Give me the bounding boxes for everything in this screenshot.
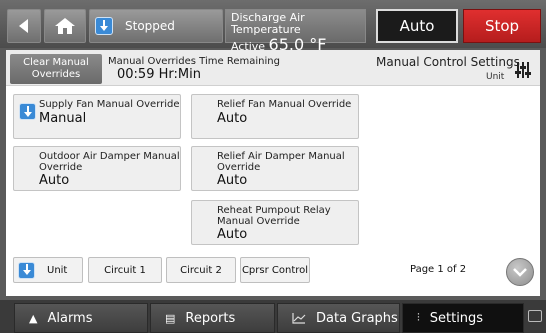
- page-indicator: Page 1 of 2: [410, 264, 467, 275]
- tab-circuit-2[interactable]: Circuit 2: [166, 257, 236, 283]
- line-graph-icon: [292, 312, 306, 324]
- back-arrow-icon: [19, 19, 28, 33]
- time-remaining-value: 00:59 Hr:Min: [117, 67, 201, 82]
- stopped-status-icon: [95, 17, 113, 35]
- home-icon: [55, 18, 75, 34]
- tab-cprsr-control[interactable]: Cprsr Control: [240, 257, 310, 283]
- nav-alarms[interactable]: ▲ Alarms: [14, 303, 148, 333]
- nav-reports-label: Reports: [185, 310, 236, 326]
- clear-line1: Clear Manual: [23, 57, 89, 68]
- bottom-navigation: ▲ Alarms ▤ Reports Data Graphs ⫶ Setting…: [0, 300, 546, 333]
- time-remaining-label: Manual Overrides Time Remaining: [108, 56, 280, 67]
- relief-damper-label2: Override: [217, 162, 261, 173]
- discharge-title: Discharge Air Temperature: [231, 11, 305, 36]
- nav-reports[interactable]: ▤ Reports: [150, 303, 275, 333]
- nav-settings[interactable]: ⫶ Settings: [402, 303, 524, 333]
- reheat-relay-label2: Manual Override: [217, 216, 300, 227]
- tab-unit[interactable]: Unit: [13, 257, 83, 283]
- page-title: Manual Control Settings: [376, 55, 520, 69]
- tab-cprsr-label: Cprsr Control: [241, 264, 309, 276]
- back-button[interactable]: [7, 9, 41, 43]
- outdoor-damper-label1: Outdoor Air Damper Manual: [39, 151, 180, 162]
- nav-data-graphs-label: Data Graphs: [316, 310, 398, 326]
- stop-button[interactable]: Stop: [463, 9, 541, 43]
- auto-button[interactable]: Auto: [376, 9, 458, 43]
- relief-damper-label1: Relief Air Damper Manual: [217, 151, 345, 162]
- nav-data-graphs[interactable]: Data Graphs: [277, 303, 400, 333]
- reheat-relay-label1: Reheat Pumpout Relay: [217, 205, 331, 216]
- tab-circuit-1[interactable]: Circuit 1: [88, 257, 162, 283]
- nav-settings-label: Settings: [429, 310, 484, 326]
- top-bar: Stopped Discharge Air Temperature Active…: [0, 0, 546, 54]
- relief-fan-value: Auto: [217, 111, 248, 126]
- nav-alarms-label: Alarms: [47, 310, 93, 326]
- outdoor-damper-value: Auto: [39, 173, 70, 188]
- relief-fan-label: Relief Fan Manual Override: [217, 99, 352, 110]
- document-icon: ▤: [165, 311, 176, 325]
- tab-circuit-1-label: Circuit 1: [104, 264, 146, 276]
- clear-line2: Overrides: [31, 69, 81, 80]
- unit-status-button[interactable]: Stopped: [89, 9, 223, 43]
- bell-icon: ▲: [29, 311, 38, 325]
- outdoor-damper-label2: Override: [39, 162, 83, 173]
- supply-fan-value: Manual: [39, 111, 87, 126]
- next-page-button[interactable]: [506, 258, 534, 286]
- reheat-relay-value: Auto: [217, 227, 248, 242]
- tab-circuit-2-label: Circuit 2: [180, 264, 222, 276]
- panel-header: Clear Manual Overrides Manual Overrides …: [6, 50, 540, 86]
- settings-sliders-icon: ⫶: [417, 311, 420, 324]
- page-subtitle: Unit: [486, 72, 505, 82]
- settings-sliders-icon: [515, 62, 531, 78]
- home-button[interactable]: [44, 9, 86, 43]
- discharge-air-temp-display[interactable]: Discharge Air Temperature Active 65.0 °F: [225, 9, 366, 54]
- relief-damper-value: Auto: [217, 173, 248, 188]
- relief-air-damper-override-card[interactable]: Relief Air Damper Manual Override Auto: [191, 146, 359, 191]
- message-icon[interactable]: [528, 310, 542, 322]
- relief-fan-override-card[interactable]: Relief Fan Manual Override Auto: [191, 94, 359, 139]
- outdoor-air-damper-override-card[interactable]: Outdoor Air Damper Manual Override Auto: [13, 146, 181, 191]
- clear-manual-overrides-button[interactable]: Clear Manual Overrides: [10, 54, 102, 84]
- manual-control-panel: Clear Manual Overrides Manual Overrides …: [6, 50, 540, 296]
- supply-fan-override-card[interactable]: Supply Fan Manual Override Manual: [13, 94, 181, 139]
- supply-fan-label: Supply Fan Manual Override: [39, 99, 180, 110]
- unit-status-label: Stopped: [125, 19, 175, 33]
- reheat-pumpout-relay-override-card[interactable]: Reheat Pumpout Relay Manual Override Aut…: [191, 200, 359, 245]
- supply-fan-status-icon: [19, 103, 36, 120]
- unit-status-icon: [18, 261, 35, 279]
- tab-unit-label: Unit: [47, 264, 68, 276]
- chevron-down-icon: [513, 268, 527, 277]
